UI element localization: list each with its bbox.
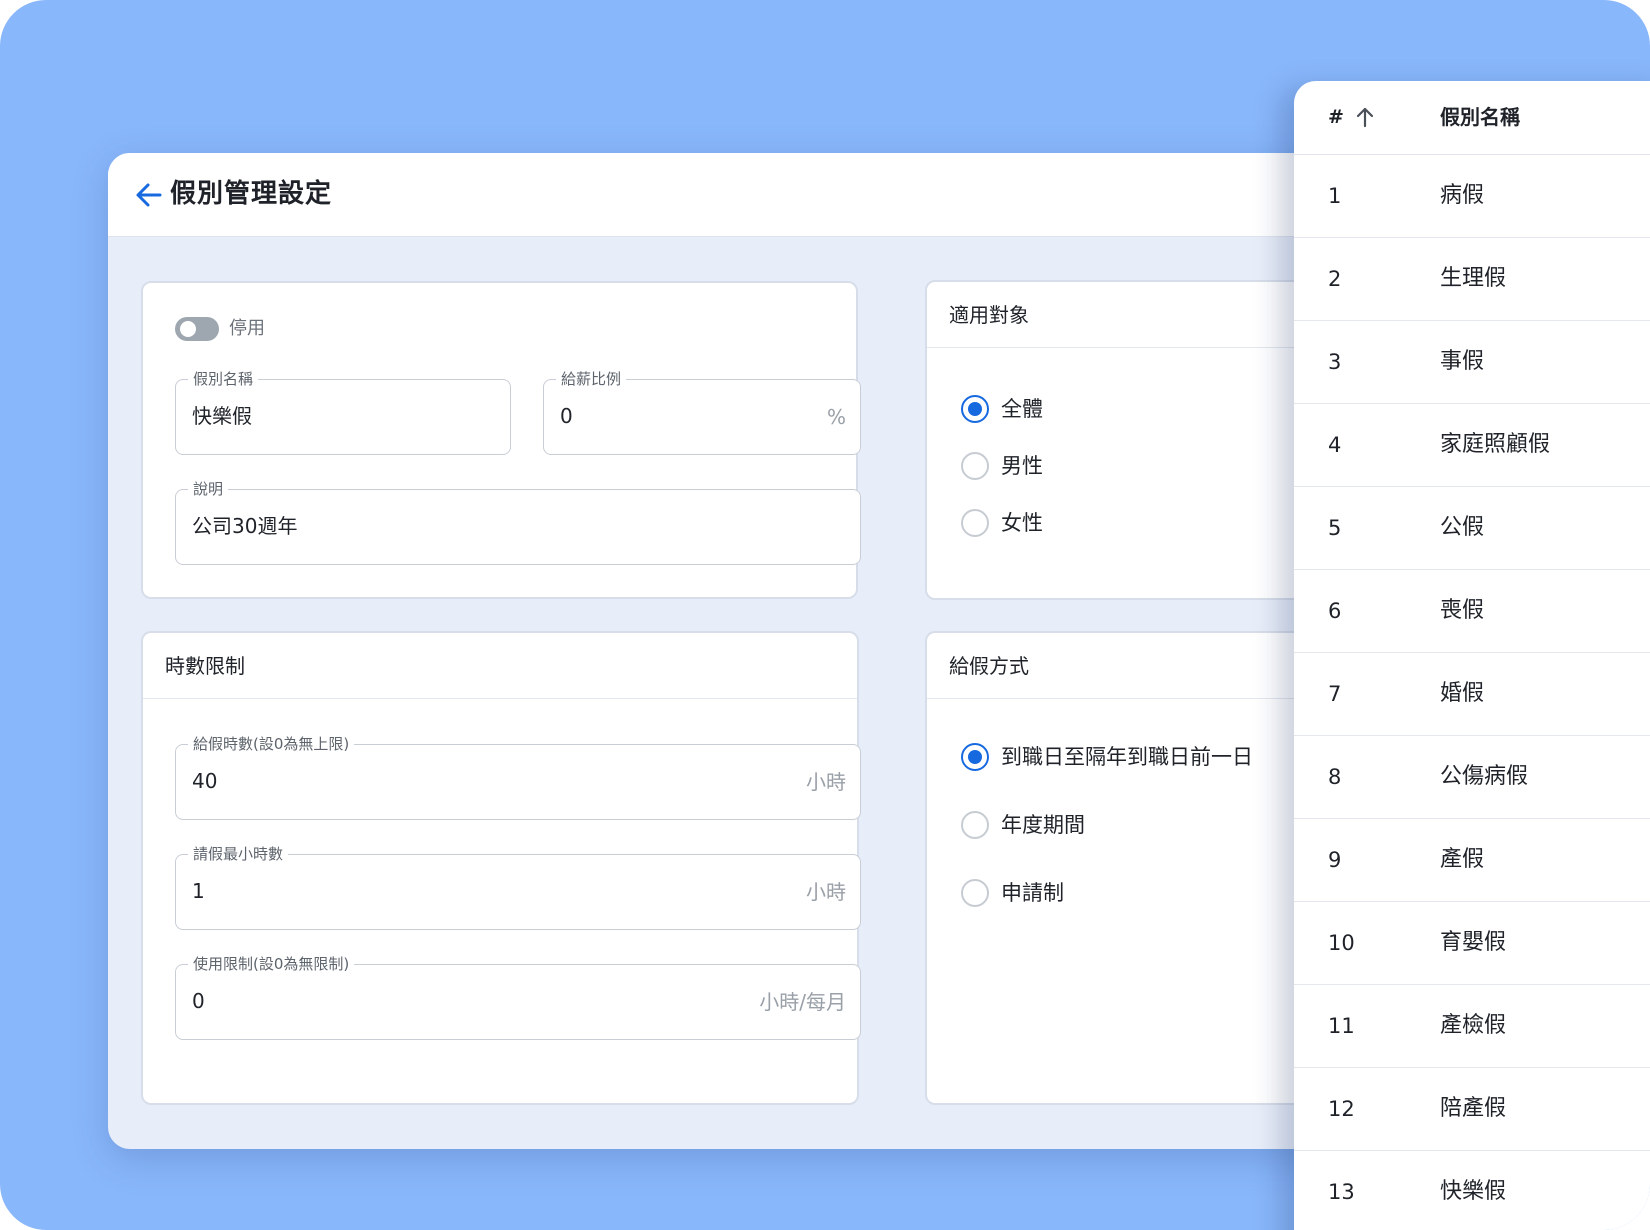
radio-circle — [961, 743, 989, 771]
min-hours-field[interactable]: 請假最小時數 1 小時 — [175, 844, 861, 930]
field-value: 快樂假 — [192, 404, 252, 428]
row-number: 9 — [1328, 848, 1342, 872]
radio-circle — [961, 452, 989, 480]
radio-label: 年度期間 — [1001, 813, 1085, 837]
row-name: 快樂假 — [1440, 1179, 1507, 1204]
row-number: 4 — [1328, 433, 1342, 457]
screen-background: 假別管理設定 停用 假別名稱 快樂假 給薪比例 0 % 說明 公司30週年 適用… — [0, 0, 1650, 1230]
row-number: 13 — [1328, 1180, 1355, 1204]
row-name: 事假 — [1440, 349, 1485, 374]
leave-name-field[interactable]: 假別名稱 快樂假 — [175, 369, 511, 455]
card-title: 給假方式 — [949, 654, 1029, 678]
row-name: 喪假 — [1440, 598, 1485, 623]
table-row[interactable]: 7 婚假 — [1294, 653, 1650, 736]
field-label: 給假時數(設0為無上限) — [188, 734, 355, 754]
hours-suffix: 小時 — [806, 770, 846, 794]
row-number: 3 — [1328, 350, 1342, 374]
list-header: # 假別名稱 — [1294, 81, 1650, 155]
table-row[interactable]: 4 家庭照顧假 — [1294, 404, 1650, 487]
leave-type-list-panel: # 假別名稱 1 病假 2 生理假 3 事假 4 家庭照顧假 5 公假 6 喪假… — [1294, 81, 1650, 1230]
row-number: 1 — [1328, 184, 1342, 208]
field-label: 使用限制(設0為無限制) — [188, 954, 355, 974]
enable-toggle-switch[interactable] — [175, 317, 219, 341]
column-number-header: # — [1328, 106, 1344, 128]
field-label: 假別名稱 — [188, 369, 259, 389]
radio-circle — [961, 509, 989, 537]
row-name: 陪產假 — [1440, 1096, 1507, 1121]
radio-circle — [961, 879, 989, 907]
field-value: 1 — [192, 879, 205, 903]
radio-circle — [961, 395, 989, 423]
table-row[interactable]: 11 產檢假 — [1294, 985, 1650, 1068]
card-title: 適用對象 — [949, 303, 1029, 327]
table-row[interactable]: 12 陪產假 — [1294, 1068, 1650, 1151]
row-number: 2 — [1328, 267, 1342, 291]
usage-limit-field[interactable]: 使用限制(設0為無限制) 0 小時/每月 — [175, 954, 861, 1040]
field-label: 請假最小時數 — [188, 844, 289, 864]
row-name: 公傷病假 — [1440, 764, 1529, 789]
hours-per-month-suffix: 小時/每月 — [759, 990, 846, 1014]
card-title: 時數限制 — [165, 654, 245, 678]
row-name: 病假 — [1440, 183, 1485, 208]
row-number: 8 — [1328, 765, 1342, 789]
row-number: 5 — [1328, 516, 1342, 540]
row-number: 12 — [1328, 1097, 1355, 1121]
field-value: 0 — [192, 989, 205, 1013]
row-number: 11 — [1328, 1014, 1355, 1038]
toggle-label: 停用 — [229, 318, 265, 339]
pay-ratio-field[interactable]: 給薪比例 0 % — [543, 369, 861, 455]
card-header: 時數限制 — [143, 633, 857, 699]
radio-label: 男性 — [1001, 454, 1043, 478]
table-row[interactable]: 9 產假 — [1294, 819, 1650, 902]
back-arrow-icon[interactable] — [132, 177, 166, 213]
field-value: 40 — [192, 769, 218, 793]
field-label: 給薪比例 — [556, 369, 627, 389]
row-number: 10 — [1328, 931, 1355, 955]
radio-label: 申請制 — [1001, 881, 1064, 905]
hours-suffix: 小時 — [806, 880, 846, 904]
field-value: 0 — [560, 404, 573, 428]
field-value: 公司30週年 — [192, 514, 298, 538]
row-name: 公假 — [1440, 515, 1485, 540]
sort-arrow-up-icon[interactable] — [1354, 105, 1376, 129]
row-number: 6 — [1328, 599, 1342, 623]
row-name: 產檢假 — [1440, 1013, 1507, 1038]
table-row[interactable]: 3 事假 — [1294, 321, 1650, 404]
radio-label: 到職日至隔年到職日前一日 — [1001, 745, 1253, 769]
table-row[interactable]: 10 育嬰假 — [1294, 902, 1650, 985]
row-name: 產假 — [1440, 847, 1485, 872]
radio-circle — [961, 811, 989, 839]
basic-info-card: 停用 假別名稱 快樂假 給薪比例 0 % 說明 公司30週年 — [141, 281, 861, 599]
radio-label: 女性 — [1001, 511, 1043, 535]
hours-limit-card: 時數限制 給假時數(設0為無上限) 40 小時 請假最小時數 1 小時 使用限制… — [141, 631, 861, 1105]
table-row[interactable]: 8 公傷病假 — [1294, 736, 1650, 819]
table-row[interactable]: 5 公假 — [1294, 487, 1650, 570]
grant-hours-field[interactable]: 給假時數(設0為無上限) 40 小時 — [175, 734, 861, 820]
percent-suffix: % — [826, 405, 846, 429]
description-field[interactable]: 說明 公司30週年 — [175, 479, 861, 565]
row-name: 婚假 — [1440, 681, 1485, 706]
field-label: 說明 — [188, 479, 229, 499]
table-row[interactable]: 2 生理假 — [1294, 238, 1650, 321]
row-name: 育嬰假 — [1440, 930, 1507, 955]
radio-label: 全體 — [1001, 397, 1043, 421]
row-name: 家庭照顧假 — [1440, 432, 1551, 457]
page-title: 假別管理設定 — [170, 179, 333, 209]
table-row[interactable]: 1 病假 — [1294, 155, 1650, 238]
row-name: 生理假 — [1440, 266, 1507, 291]
table-row[interactable]: 13 快樂假 — [1294, 1151, 1650, 1230]
table-row[interactable]: 6 喪假 — [1294, 570, 1650, 653]
row-number: 7 — [1328, 682, 1342, 706]
column-name-header: 假別名稱 — [1440, 105, 1520, 129]
